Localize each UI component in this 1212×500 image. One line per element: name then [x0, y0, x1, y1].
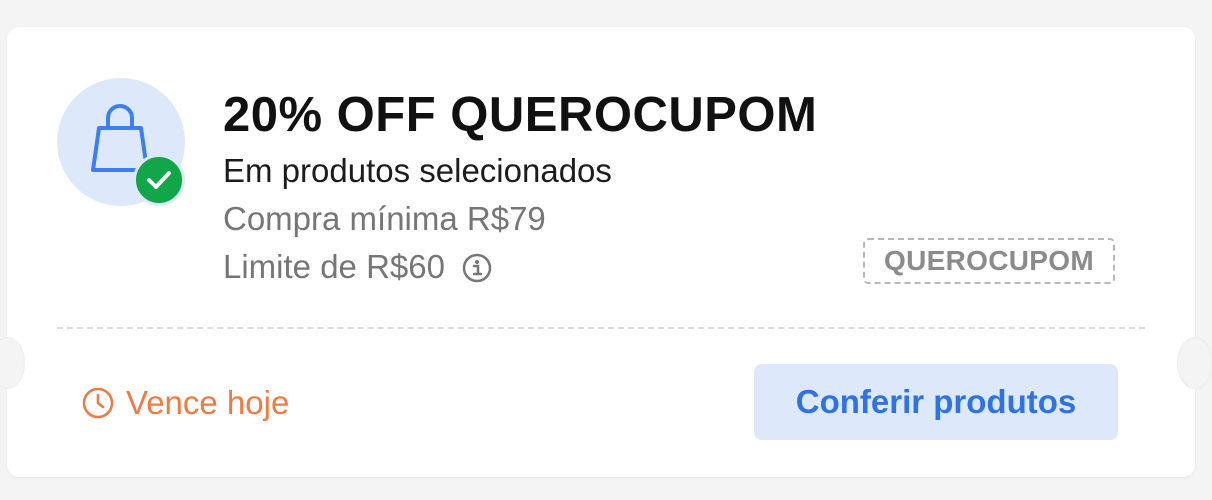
ticket-notch-right	[1177, 337, 1212, 389]
minimum-purchase: Compra mínima R$79	[223, 200, 546, 237]
check-icon	[133, 154, 185, 206]
clock-icon	[82, 387, 114, 419]
coupon-title: 20% OFF QUEROCUPOM	[223, 88, 818, 142]
ticket-notch-left	[0, 337, 25, 389]
view-products-button[interactable]: Conferir produtos	[754, 364, 1118, 440]
info-icon[interactable]	[462, 253, 492, 283]
ticket-divider	[57, 327, 1145, 329]
discount-limit-label: Limite de R$60	[223, 248, 445, 285]
discount-limit: Limite de R$60	[223, 248, 492, 286]
coupon-card: 20% OFF QUEROCUPOM Em produtos seleciona…	[0, 27, 1212, 477]
expiration-label: Vence hoje	[126, 384, 290, 421]
coupon-code[interactable]: QUEROCUPOM	[863, 238, 1115, 284]
expiration-notice: Vence hoje	[81, 384, 289, 422]
coupon-icon-container	[57, 78, 185, 206]
coupon-subtitle: Em produtos selecionados	[223, 152, 612, 189]
